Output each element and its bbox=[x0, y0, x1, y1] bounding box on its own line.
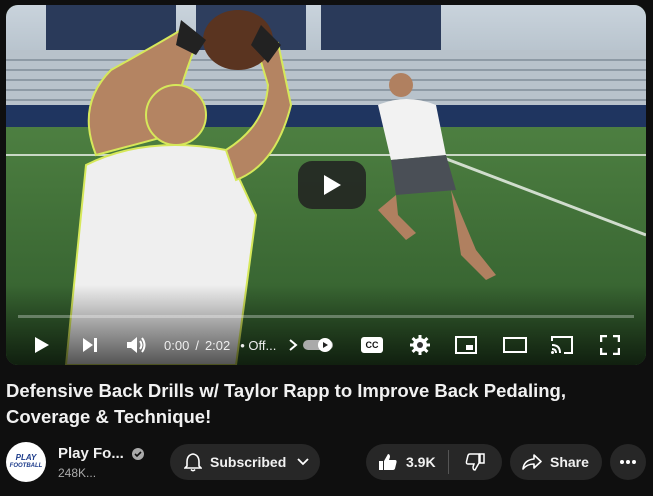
fullscreen-icon bbox=[600, 335, 620, 355]
theater-icon bbox=[503, 337, 527, 353]
like-count: 3.9K bbox=[406, 454, 436, 470]
next-button[interactable] bbox=[76, 327, 104, 363]
settings-gear-icon bbox=[410, 335, 430, 355]
volume-icon bbox=[127, 337, 146, 353]
channel-avatar[interactable]: PLAY FOOTBALL bbox=[6, 442, 46, 482]
like-dislike-group: 3.9K bbox=[366, 444, 502, 480]
play-button[interactable] bbox=[28, 327, 56, 363]
time-separator: / bbox=[195, 337, 199, 353]
miniplayer-button[interactable] bbox=[452, 327, 480, 363]
share-arrow-icon bbox=[522, 454, 542, 470]
more-actions-button[interactable] bbox=[610, 444, 646, 480]
subscribed-label: Subscribed bbox=[210, 454, 287, 470]
play-icon bbox=[35, 337, 49, 353]
more-horizontal-icon bbox=[620, 460, 636, 464]
autoplay-toggle-icon bbox=[303, 338, 333, 352]
autoplay-toggle[interactable] bbox=[302, 327, 336, 363]
settings-button[interactable] bbox=[406, 327, 434, 363]
cast-button[interactable] bbox=[548, 327, 576, 363]
captions-button[interactable]: CC bbox=[358, 327, 386, 363]
video-title: Defensive Back Drills w/ Taylor Rapp to … bbox=[6, 380, 566, 427]
next-icon bbox=[83, 338, 97, 352]
chevron-down-icon bbox=[297, 458, 309, 466]
chevron-right-icon bbox=[289, 339, 298, 351]
time-total: 2:02 bbox=[204, 337, 231, 353]
verified-check-icon bbox=[131, 447, 144, 460]
fullscreen-button[interactable] bbox=[596, 327, 624, 363]
thumbs-down-icon bbox=[465, 453, 485, 471]
subscriber-count: 248K... bbox=[58, 466, 97, 480]
chapter-title[interactable]: • Off... bbox=[240, 338, 276, 353]
video-owner-row: PLAY FOOTBALL Play Fo... 248K... Subscri… bbox=[6, 441, 646, 483]
progress-bar[interactable] bbox=[18, 315, 634, 318]
time-current: 0:00 bbox=[164, 337, 190, 353]
share-button[interactable]: Share bbox=[510, 444, 602, 480]
thumbs-up-icon bbox=[379, 454, 397, 470]
play-icon bbox=[324, 175, 341, 195]
center-play-button[interactable] bbox=[298, 161, 366, 209]
cast-icon bbox=[551, 336, 573, 354]
time-display: 0:00 / 2:02 • Off... bbox=[164, 331, 298, 359]
channel-name[interactable]: Play Fo... bbox=[58, 445, 144, 462]
captions-icon: CC bbox=[361, 337, 383, 353]
miniplayer-icon bbox=[455, 336, 477, 354]
bell-icon bbox=[184, 453, 202, 472]
share-label: Share bbox=[550, 454, 589, 470]
mute-button[interactable] bbox=[122, 327, 152, 363]
dislike-button[interactable] bbox=[449, 444, 501, 480]
theater-mode-button[interactable] bbox=[500, 327, 530, 363]
channel-logo: PLAY FOOTBALL bbox=[8, 444, 44, 480]
like-button[interactable]: 3.9K bbox=[366, 444, 448, 480]
video-player[interactable]: 0:00 / 2:02 • Off... CC bbox=[6, 5, 646, 365]
subscribed-button[interactable]: Subscribed bbox=[170, 444, 320, 480]
